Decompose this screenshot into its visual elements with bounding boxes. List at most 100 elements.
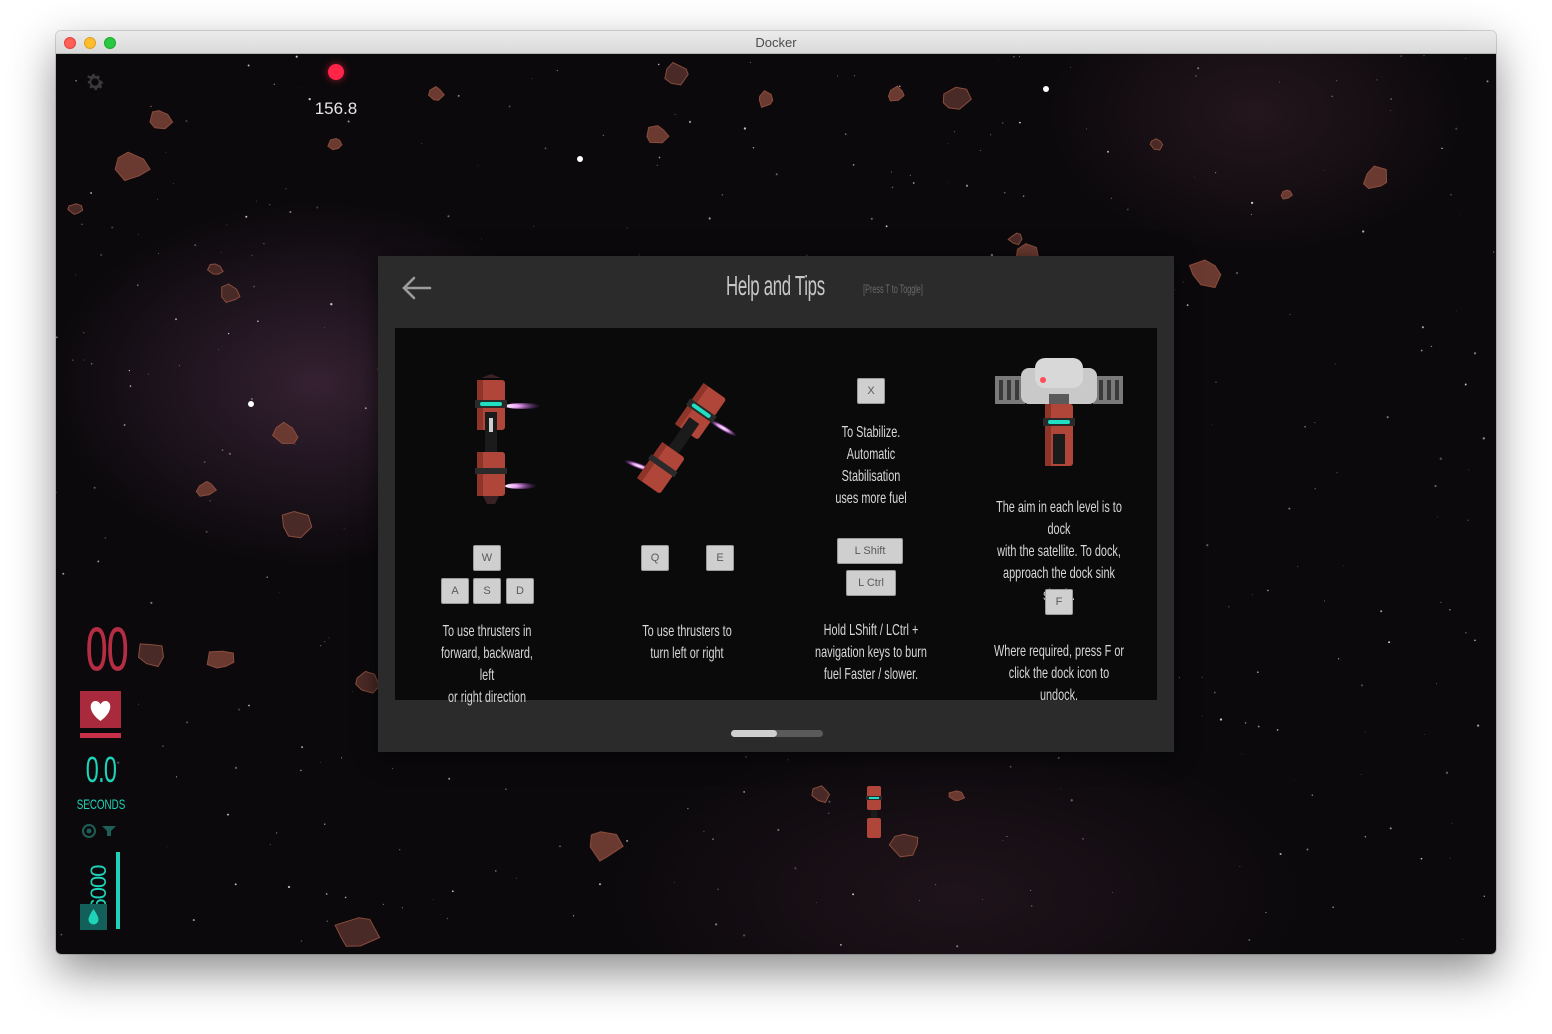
star xyxy=(1388,641,1391,644)
star xyxy=(1110,197,1112,199)
star xyxy=(777,828,780,831)
star xyxy=(1070,66,1071,68)
star xyxy=(300,769,302,772)
star xyxy=(439,914,441,916)
asteroid xyxy=(271,421,299,444)
star xyxy=(775,173,778,176)
star xyxy=(56,491,57,494)
star xyxy=(287,885,291,889)
star xyxy=(1193,176,1195,178)
window-title: Docker xyxy=(755,35,797,50)
star xyxy=(138,234,139,236)
star xyxy=(703,830,705,833)
page-indicator[interactable] xyxy=(731,730,823,737)
star xyxy=(1474,639,1476,642)
star xyxy=(533,225,535,227)
key-e: E xyxy=(706,545,734,571)
star xyxy=(853,75,856,77)
asteroid xyxy=(327,137,343,151)
star xyxy=(1334,363,1336,365)
star xyxy=(1257,725,1260,728)
star xyxy=(137,703,139,705)
star xyxy=(1437,516,1439,518)
star xyxy=(178,365,180,367)
key-w: W xyxy=(473,545,501,571)
star xyxy=(1331,95,1334,98)
star xyxy=(891,186,894,189)
star xyxy=(1070,799,1073,802)
star xyxy=(1468,469,1470,471)
star xyxy=(572,915,575,917)
star xyxy=(1265,911,1267,914)
star xyxy=(1297,566,1299,568)
star xyxy=(1239,866,1241,867)
asteroid xyxy=(1149,138,1164,151)
star xyxy=(1465,58,1467,59)
game-viewport[interactable]: 156.8 00 0.0 SECONDS 6000 Help and Tips … xyxy=(56,54,1496,954)
ship-rotate-illustration xyxy=(623,383,737,493)
star xyxy=(852,164,855,166)
star xyxy=(1112,892,1113,893)
star xyxy=(228,452,232,455)
star xyxy=(1314,487,1317,490)
star xyxy=(1465,632,1467,634)
star xyxy=(885,225,888,228)
star xyxy=(1201,676,1203,678)
star xyxy=(1267,589,1269,592)
tip-rotate-text: To use thrusters to turn left or right xyxy=(642,623,732,662)
key-lctrl: L Ctrl xyxy=(846,570,896,596)
star xyxy=(83,359,85,361)
star xyxy=(745,756,747,758)
star xyxy=(328,637,330,639)
star xyxy=(316,206,319,209)
bright-star xyxy=(248,401,254,407)
star xyxy=(1455,349,1457,351)
page-indicator-active xyxy=(731,730,777,737)
star xyxy=(1201,715,1203,717)
star xyxy=(392,767,393,769)
star xyxy=(505,788,507,790)
star xyxy=(448,777,451,780)
star xyxy=(162,745,164,748)
settings-gear-icon[interactable] xyxy=(84,71,106,93)
star xyxy=(1060,788,1062,790)
star xyxy=(1107,150,1109,153)
back-arrow-icon[interactable] xyxy=(400,274,432,302)
star xyxy=(742,934,746,937)
star xyxy=(62,572,65,575)
asteroid xyxy=(811,785,831,804)
star xyxy=(1390,110,1391,112)
star xyxy=(602,134,605,137)
star xyxy=(870,217,873,220)
asteroid xyxy=(114,151,151,182)
key-s: S xyxy=(473,578,501,604)
asteroid xyxy=(888,833,919,858)
star xyxy=(253,285,255,288)
star xyxy=(1289,314,1291,315)
star xyxy=(111,226,114,229)
star xyxy=(1215,381,1217,383)
star xyxy=(352,691,354,693)
star xyxy=(269,844,271,846)
star xyxy=(890,171,893,173)
star xyxy=(956,945,959,948)
star xyxy=(1003,191,1006,194)
star xyxy=(626,227,628,229)
star xyxy=(298,87,300,89)
star xyxy=(137,284,139,286)
tips-panel: W A S D To use thrusters in forward, back… xyxy=(395,328,1157,706)
star xyxy=(320,761,321,763)
asteroid xyxy=(355,670,381,694)
star xyxy=(1248,939,1251,941)
star xyxy=(1195,75,1197,77)
star xyxy=(989,134,992,136)
star xyxy=(852,893,855,896)
star xyxy=(1360,774,1362,776)
star xyxy=(1019,56,1021,58)
star xyxy=(234,766,238,770)
star xyxy=(398,848,401,851)
app-window: Docker 156.8 00 0.0 SECONDS 6000 Help an… xyxy=(56,31,1496,954)
star xyxy=(1250,213,1253,216)
star xyxy=(708,217,711,220)
star xyxy=(330,303,333,306)
